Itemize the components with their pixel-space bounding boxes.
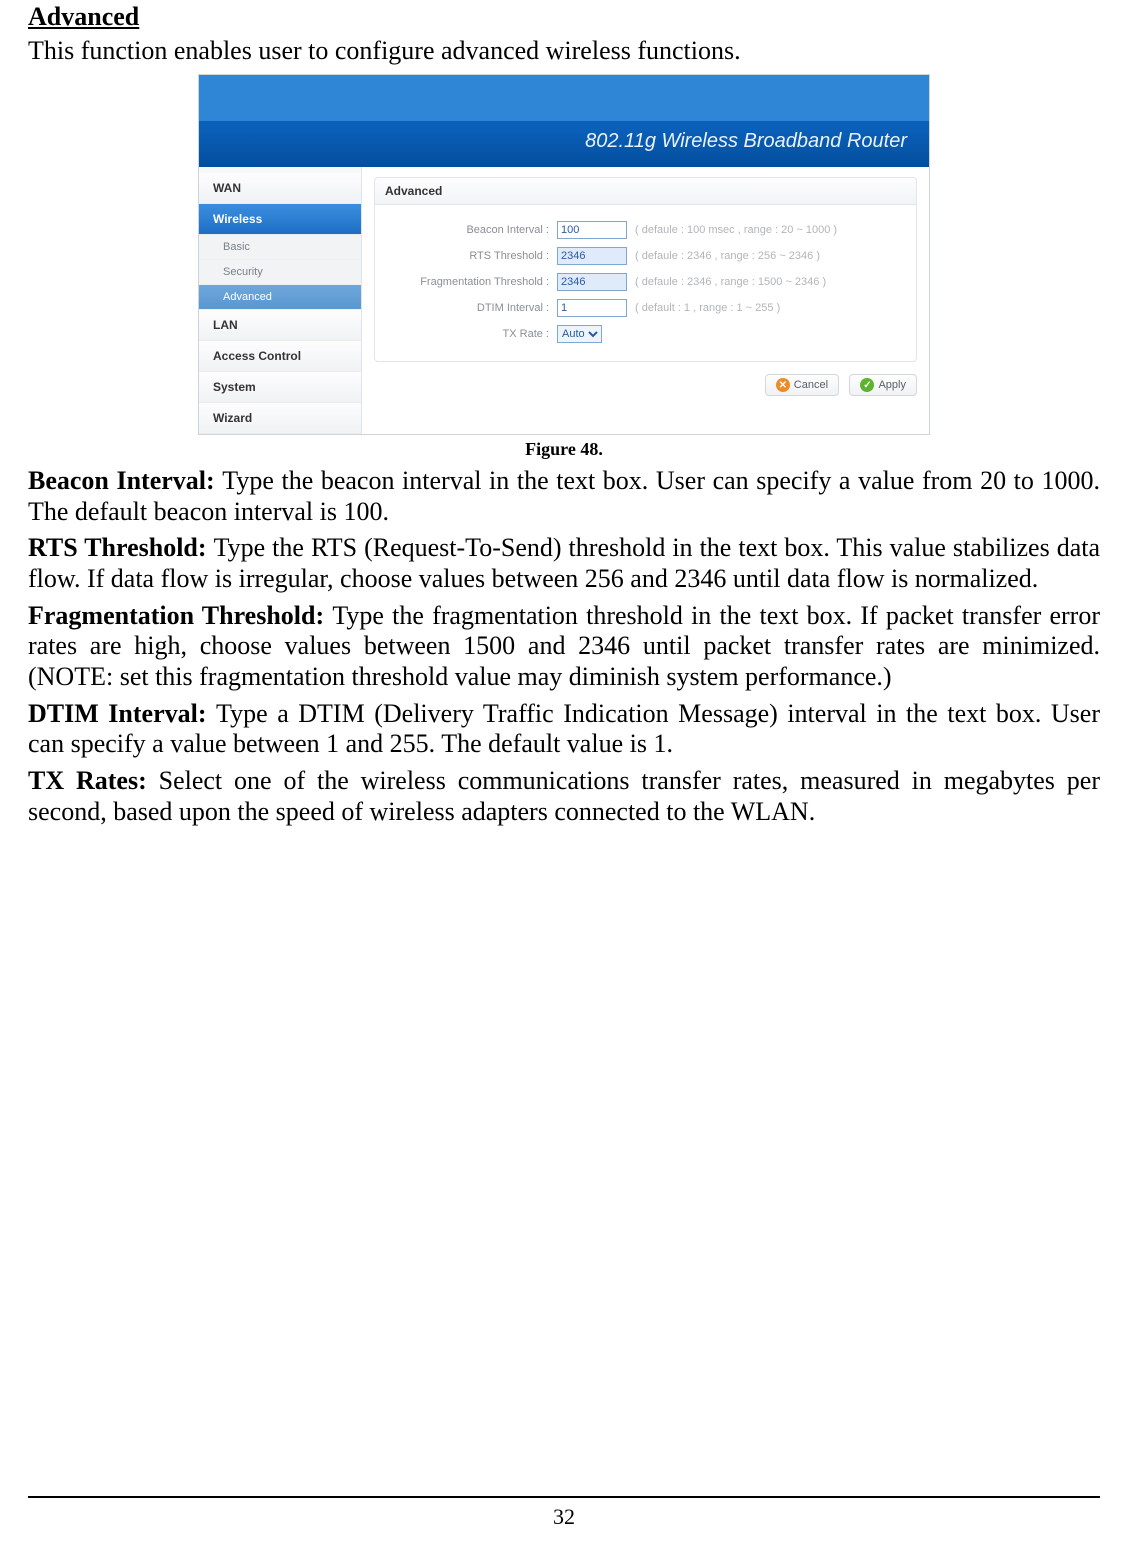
para-frag: Fragmentation Threshold: Type the fragme…: [28, 601, 1100, 693]
label-frag: Fragmentation Threshold :: [389, 276, 557, 288]
sidebar-item-system[interactable]: System: [199, 372, 361, 403]
form-area: Beacon Interval : ( defaule : 100 msec ,…: [374, 204, 917, 362]
para-rts: RTS Threshold: Type the RTS (Request-To-…: [28, 533, 1100, 594]
cancel-label: Cancel: [794, 379, 828, 391]
sidebar-sub-basic[interactable]: Basic: [199, 235, 361, 260]
sidebar-item-wizard[interactable]: Wizard: [199, 403, 361, 434]
lead-dtim: DTIM Interval:: [28, 699, 216, 728]
figure-caption: Figure 48.: [28, 439, 1100, 460]
text-txrate: Select one of the wireless communication…: [28, 766, 1100, 826]
sidebar-sub-advanced[interactable]: Advanced: [199, 285, 361, 310]
select-txrate[interactable]: Auto: [557, 325, 602, 343]
lead-txrate: TX Rates:: [28, 766, 159, 795]
input-beacon[interactable]: [557, 221, 627, 239]
apply-label: Apply: [878, 379, 906, 391]
label-dtim: DTIM Interval :: [389, 302, 557, 314]
section-heading: Advanced: [28, 2, 1100, 32]
para-beacon: Beacon Interval: Type the beacon interva…: [28, 466, 1100, 527]
router-header: 802.11g Wireless Broadband Router: [199, 75, 929, 167]
panel-title: Advanced: [374, 177, 917, 204]
lead-beacon: Beacon Interval:: [28, 466, 222, 495]
router-screenshot: 802.11g Wireless Broadband Router WAN Wi…: [198, 74, 930, 435]
hint-frag: ( defaule : 2346 , range : 1500 ~ 2346 ): [635, 276, 826, 288]
para-txrate: TX Rates: Select one of the wireless com…: [28, 766, 1100, 827]
label-beacon: Beacon Interval :: [389, 224, 557, 236]
hint-beacon: ( defaule : 100 msec , range : 20 ~ 1000…: [635, 224, 837, 236]
sidebar-item-access-control[interactable]: Access Control: [199, 341, 361, 372]
router-sidebar: WAN Wireless Basic Security Advanced LAN…: [199, 167, 362, 434]
page-footer: 32: [28, 1496, 1100, 1530]
router-title: 802.11g Wireless Broadband Router: [585, 130, 907, 153]
hint-rts: ( defaule : 2346 , range : 256 ~ 2346 ): [635, 250, 820, 262]
input-dtim[interactable]: [557, 299, 627, 317]
sidebar-item-wan[interactable]: WAN: [199, 173, 361, 204]
sidebar-item-wireless[interactable]: Wireless: [199, 204, 361, 235]
apply-icon: ✓: [860, 378, 874, 392]
lead-rts: RTS Threshold:: [28, 533, 214, 562]
lead-frag: Fragmentation Threshold:: [28, 601, 332, 630]
label-rts: RTS Threshold :: [389, 250, 557, 262]
intro-text: This function enables user to configure …: [28, 36, 1100, 66]
hint-dtim: ( default : 1 , range : 1 ~ 255 ): [635, 302, 780, 314]
apply-button[interactable]: ✓ Apply: [849, 374, 917, 396]
sidebar-sub-security[interactable]: Security: [199, 260, 361, 285]
label-txrate: TX Rate :: [389, 328, 557, 340]
para-dtim: DTIM Interval: Type a DTIM (Delivery Tra…: [28, 699, 1100, 760]
cancel-icon: ✕: [776, 378, 790, 392]
input-frag[interactable]: [557, 273, 627, 291]
input-rts[interactable]: [557, 247, 627, 265]
page-number: 32: [28, 1504, 1100, 1530]
sidebar-item-lan[interactable]: LAN: [199, 310, 361, 341]
cancel-button[interactable]: ✕ Cancel: [765, 374, 839, 396]
